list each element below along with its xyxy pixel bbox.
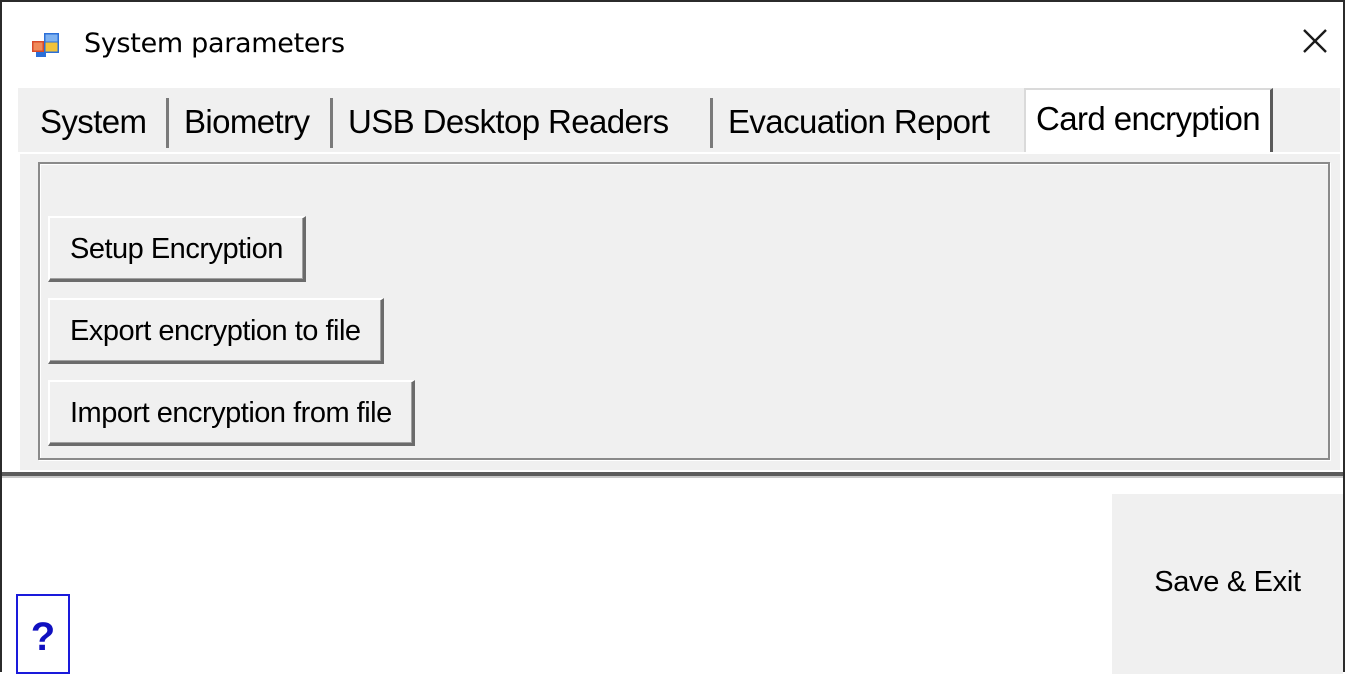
help-button[interactable]: ? bbox=[16, 594, 70, 674]
export-encryption-button[interactable]: Export encryption to file bbox=[48, 298, 384, 364]
setup-encryption-button[interactable]: Setup Encryption bbox=[48, 216, 306, 282]
close-button[interactable] bbox=[1295, 20, 1335, 66]
import-encryption-button[interactable]: Import encryption from file bbox=[48, 380, 415, 446]
tab-card-encryption[interactable]: Card encryption bbox=[1024, 88, 1273, 152]
tab-system[interactable]: System bbox=[30, 96, 156, 148]
tab-usb-desktop-readers[interactable]: USB Desktop Readers bbox=[338, 96, 679, 148]
encryption-group-box: Setup Encryption Export encryption to fi… bbox=[38, 162, 1330, 460]
footer-separator bbox=[2, 472, 1343, 478]
tab-separator bbox=[330, 98, 333, 148]
window-title: System parameters bbox=[84, 28, 345, 59]
tab-biometry[interactable]: Biometry bbox=[174, 96, 319, 148]
tab-separator bbox=[166, 98, 169, 148]
card-encryption-tab-page: Setup Encryption Export encryption to fi… bbox=[18, 152, 1340, 470]
system-parameters-window: System parameters System Biometry USB De… bbox=[0, 0, 1345, 674]
tab-evacuation-report[interactable]: Evacuation Report bbox=[718, 96, 999, 148]
save-exit-button[interactable]: Save & Exit bbox=[1112, 494, 1343, 674]
application-window-icon bbox=[32, 32, 60, 58]
title-bar: System parameters bbox=[2, 2, 1343, 86]
close-icon bbox=[1301, 27, 1329, 60]
tab-separator bbox=[710, 98, 713, 148]
tab-strip: System Biometry USB Desktop Readers Evac… bbox=[18, 88, 1340, 154]
